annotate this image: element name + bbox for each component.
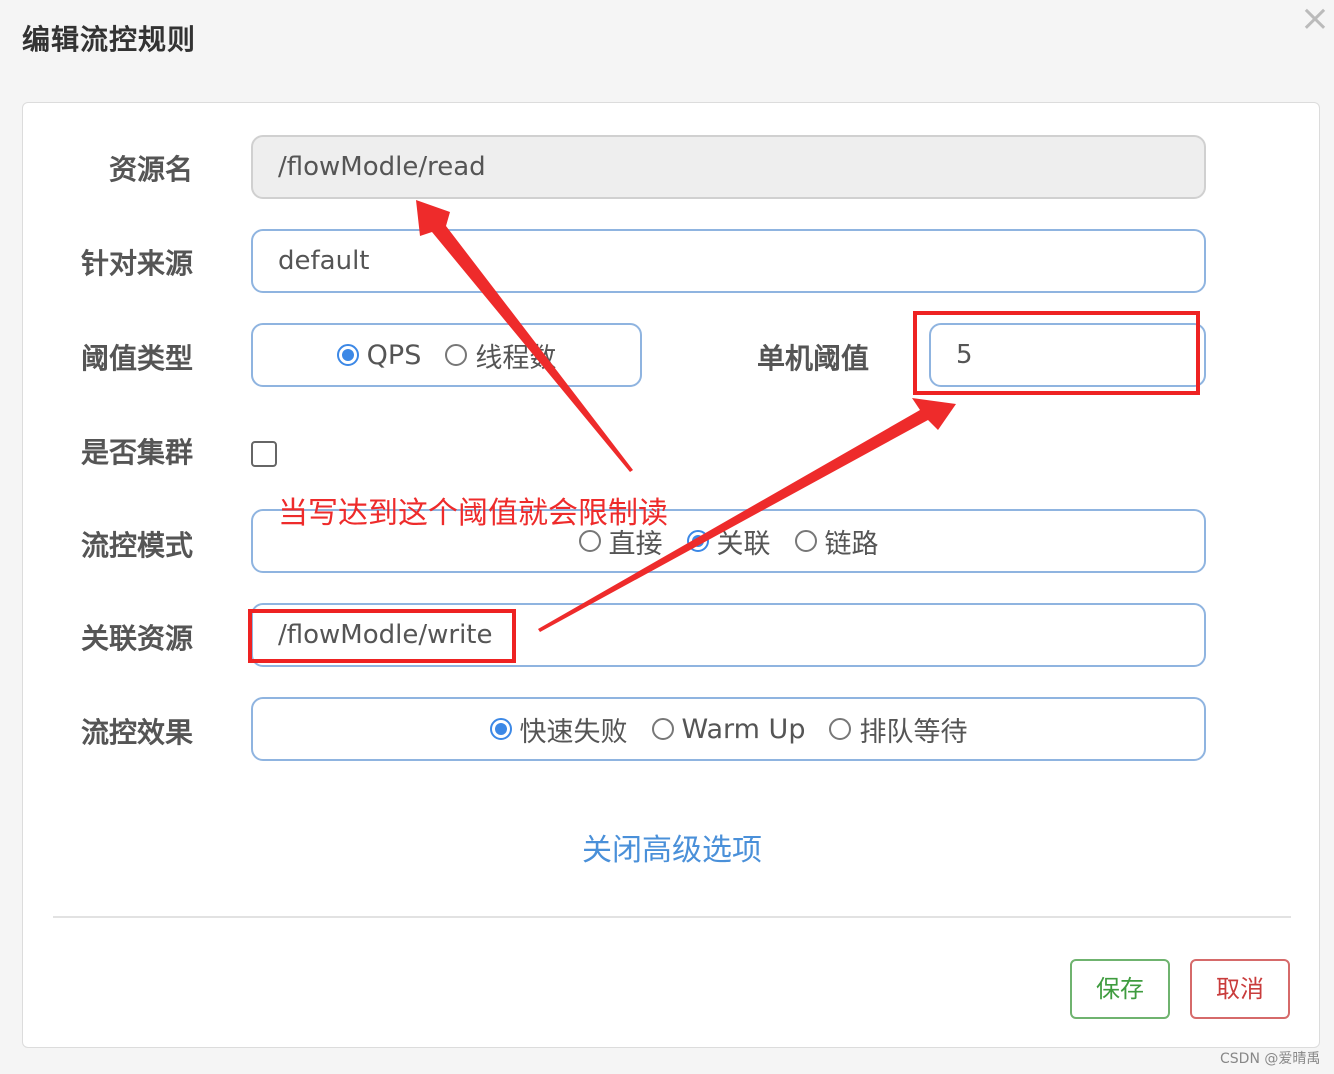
single-threshold-label: 单机阈值 [756, 342, 869, 375]
radio-chain-label: 链路 [824, 528, 879, 560]
radio-chain[interactable]: 链路 [794, 522, 879, 561]
radio-relate-label: 关联 [716, 528, 771, 560]
radio-chain-circle[interactable] [794, 530, 817, 552]
footer-divider [53, 916, 1291, 918]
control-behavior-radio-group: 快速失败 Warm Up 排队等待 [251, 697, 1206, 761]
radio-qps-label: QPS [366, 339, 422, 371]
radio-fast-fail[interactable]: 快速失败 [489, 710, 628, 749]
limit-app-label: 针对来源 [80, 247, 193, 280]
resource-name-label: 资源名 [108, 153, 193, 186]
radio-qps-circle[interactable] [336, 344, 359, 366]
close-icon[interactable]: × [1298, 1, 1332, 37]
form-panel: 资源名 /flowModle/read 针对来源 default 阈值类型 QP… [22, 102, 1320, 1048]
radio-warm-up[interactable]: Warm Up [651, 713, 806, 745]
threshold-type-label: 阈值类型 [80, 342, 193, 375]
radio-queue[interactable]: 排队等待 [829, 710, 967, 749]
radio-fast-fail-label: 快速失败 [519, 716, 628, 748]
resource-name-input: /flowModle/read [251, 135, 1206, 199]
radio-thread-circle[interactable] [445, 344, 468, 366]
radio-warm-up-circle[interactable] [651, 718, 674, 740]
dialog-title: 编辑流控规则 [22, 23, 197, 56]
radio-relate-circle[interactable] [686, 530, 709, 552]
limit-app-value: default [278, 246, 370, 276]
toggle-advanced-link[interactable]: 关闭高级选项 [23, 825, 1321, 869]
ref-resource-highlight-box [248, 609, 516, 663]
flow-mode-label: 流控模式 [80, 529, 193, 562]
radio-warm-up-label: Warm Up [681, 713, 806, 745]
limit-app-input[interactable]: default [251, 229, 1206, 293]
radio-queue-circle[interactable] [829, 718, 852, 740]
radio-fast-fail-circle[interactable] [489, 718, 512, 740]
radio-qps[interactable]: QPS [336, 339, 422, 371]
annotation-text: 当写达到这个阈值就会限制读 [278, 496, 668, 531]
ref-resource-label: 关联资源 [80, 622, 193, 655]
cluster-checkbox[interactable] [251, 441, 277, 467]
threshold-highlight-box [913, 311, 1200, 395]
radio-direct-circle[interactable] [578, 530, 601, 552]
watermark: CSDN @爱晴禹 [1220, 1051, 1321, 1067]
cluster-label: 是否集群 [80, 436, 193, 469]
radio-thread-label: 线程数 [475, 342, 557, 374]
radio-queue-label: 排队等待 [859, 716, 968, 748]
radio-relate[interactable]: 关联 [686, 522, 771, 561]
save-button[interactable]: 保存 [1070, 959, 1170, 1019]
resource-name-value: /flowModle/read [278, 152, 486, 182]
radio-thread[interactable]: 线程数 [445, 336, 556, 375]
cancel-button[interactable]: 取消 [1190, 959, 1290, 1019]
control-behavior-label: 流控效果 [80, 716, 193, 749]
threshold-type-radio-group: QPS 线程数 [251, 323, 642, 387]
